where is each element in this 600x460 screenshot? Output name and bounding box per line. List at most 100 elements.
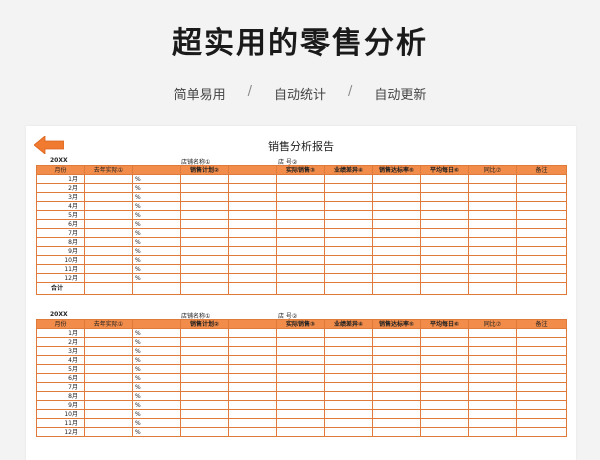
percent-cell[interactable]: %: [132, 219, 181, 229]
table-cell[interactable]: [420, 364, 469, 374]
table-cell[interactable]: [468, 228, 517, 238]
table-cell[interactable]: [276, 400, 325, 410]
percent-cell[interactable]: %: [132, 192, 181, 202]
percent-cell[interactable]: %: [132, 364, 181, 374]
table-cell[interactable]: [132, 282, 181, 295]
table-cell[interactable]: [468, 210, 517, 220]
table-cell[interactable]: [468, 255, 517, 265]
table-cell[interactable]: [180, 346, 229, 356]
table-cell[interactable]: [228, 183, 277, 193]
table-cell[interactable]: [420, 246, 469, 256]
table-cell[interactable]: [516, 237, 567, 247]
table-cell[interactable]: [276, 255, 325, 265]
table-cell[interactable]: [420, 400, 469, 410]
table-cell[interactable]: [468, 237, 517, 247]
table-cell[interactable]: [180, 418, 229, 428]
table-cell[interactable]: [468, 418, 517, 428]
table-cell[interactable]: [372, 364, 421, 374]
table-cell[interactable]: [468, 174, 517, 184]
table-cell[interactable]: [324, 246, 373, 256]
table-cell[interactable]: [468, 282, 517, 295]
table-cell[interactable]: [420, 255, 469, 265]
table-cell[interactable]: [516, 255, 567, 265]
table-cell[interactable]: [84, 174, 133, 184]
table-cell[interactable]: [180, 228, 229, 238]
table-cell[interactable]: [516, 355, 567, 365]
table-cell[interactable]: [84, 255, 133, 265]
table-cell[interactable]: [276, 183, 325, 193]
table-cell[interactable]: [228, 246, 277, 256]
table-cell[interactable]: [180, 364, 229, 374]
percent-cell[interactable]: %: [132, 346, 181, 356]
table-cell[interactable]: [516, 201, 567, 211]
table-cell[interactable]: [276, 355, 325, 365]
table-cell[interactable]: [324, 255, 373, 265]
percent-cell[interactable]: %: [132, 427, 181, 437]
percent-cell[interactable]: %: [132, 255, 181, 265]
table-cell[interactable]: [84, 246, 133, 256]
table-cell[interactable]: [276, 373, 325, 383]
table-cell[interactable]: [468, 355, 517, 365]
table-cell[interactable]: [228, 192, 277, 202]
table-cell[interactable]: [468, 192, 517, 202]
percent-cell[interactable]: %: [132, 183, 181, 193]
table-cell[interactable]: [180, 201, 229, 211]
table-cell[interactable]: [372, 328, 421, 338]
table-cell[interactable]: [180, 246, 229, 256]
table-cell[interactable]: [468, 391, 517, 401]
table-cell[interactable]: [372, 409, 421, 419]
table-cell[interactable]: [180, 328, 229, 338]
table-cell[interactable]: [468, 201, 517, 211]
percent-cell[interactable]: %: [132, 391, 181, 401]
table-cell[interactable]: [180, 427, 229, 437]
table-cell[interactable]: [84, 237, 133, 247]
table-cell[interactable]: [84, 282, 133, 295]
table-cell[interactable]: [372, 255, 421, 265]
table-cell[interactable]: [516, 391, 567, 401]
percent-cell[interactable]: %: [132, 328, 181, 338]
table-cell[interactable]: [324, 400, 373, 410]
table-cell[interactable]: [180, 255, 229, 265]
table-cell[interactable]: [180, 237, 229, 247]
table-cell[interactable]: [420, 391, 469, 401]
table-cell[interactable]: [468, 246, 517, 256]
table-cell[interactable]: [180, 219, 229, 229]
table-cell[interactable]: [324, 192, 373, 202]
table-cell[interactable]: [372, 201, 421, 211]
table-cell[interactable]: [468, 273, 517, 283]
table-cell[interactable]: [420, 219, 469, 229]
table-cell[interactable]: [180, 174, 229, 184]
table-cell[interactable]: [276, 192, 325, 202]
table-cell[interactable]: [276, 201, 325, 211]
table-cell[interactable]: [84, 210, 133, 220]
table-cell[interactable]: [84, 201, 133, 211]
percent-cell[interactable]: %: [132, 355, 181, 365]
table-cell[interactable]: [516, 264, 567, 274]
table-cell[interactable]: [228, 174, 277, 184]
percent-cell[interactable]: %: [132, 201, 181, 211]
table-cell[interactable]: [84, 228, 133, 238]
table-cell[interactable]: [180, 264, 229, 274]
table-cell[interactable]: [228, 328, 277, 338]
table-cell[interactable]: [324, 373, 373, 383]
table-cell[interactable]: [516, 192, 567, 202]
table-cell[interactable]: [84, 427, 133, 437]
table-cell[interactable]: [180, 337, 229, 347]
table-cell[interactable]: [516, 427, 567, 437]
table-cell[interactable]: [420, 409, 469, 419]
table-cell[interactable]: [516, 210, 567, 220]
percent-cell[interactable]: %: [132, 400, 181, 410]
table-cell[interactable]: [420, 183, 469, 193]
table-cell[interactable]: [468, 373, 517, 383]
table-cell[interactable]: [228, 219, 277, 229]
table-cell[interactable]: [84, 418, 133, 428]
table-cell[interactable]: [324, 264, 373, 274]
table-cell[interactable]: [516, 400, 567, 410]
table-cell[interactable]: [372, 355, 421, 365]
table-cell[interactable]: [324, 210, 373, 220]
table-cell[interactable]: [420, 355, 469, 365]
table-cell[interactable]: [276, 391, 325, 401]
table-cell[interactable]: [84, 192, 133, 202]
percent-cell[interactable]: %: [132, 409, 181, 419]
table-cell[interactable]: [84, 409, 133, 419]
